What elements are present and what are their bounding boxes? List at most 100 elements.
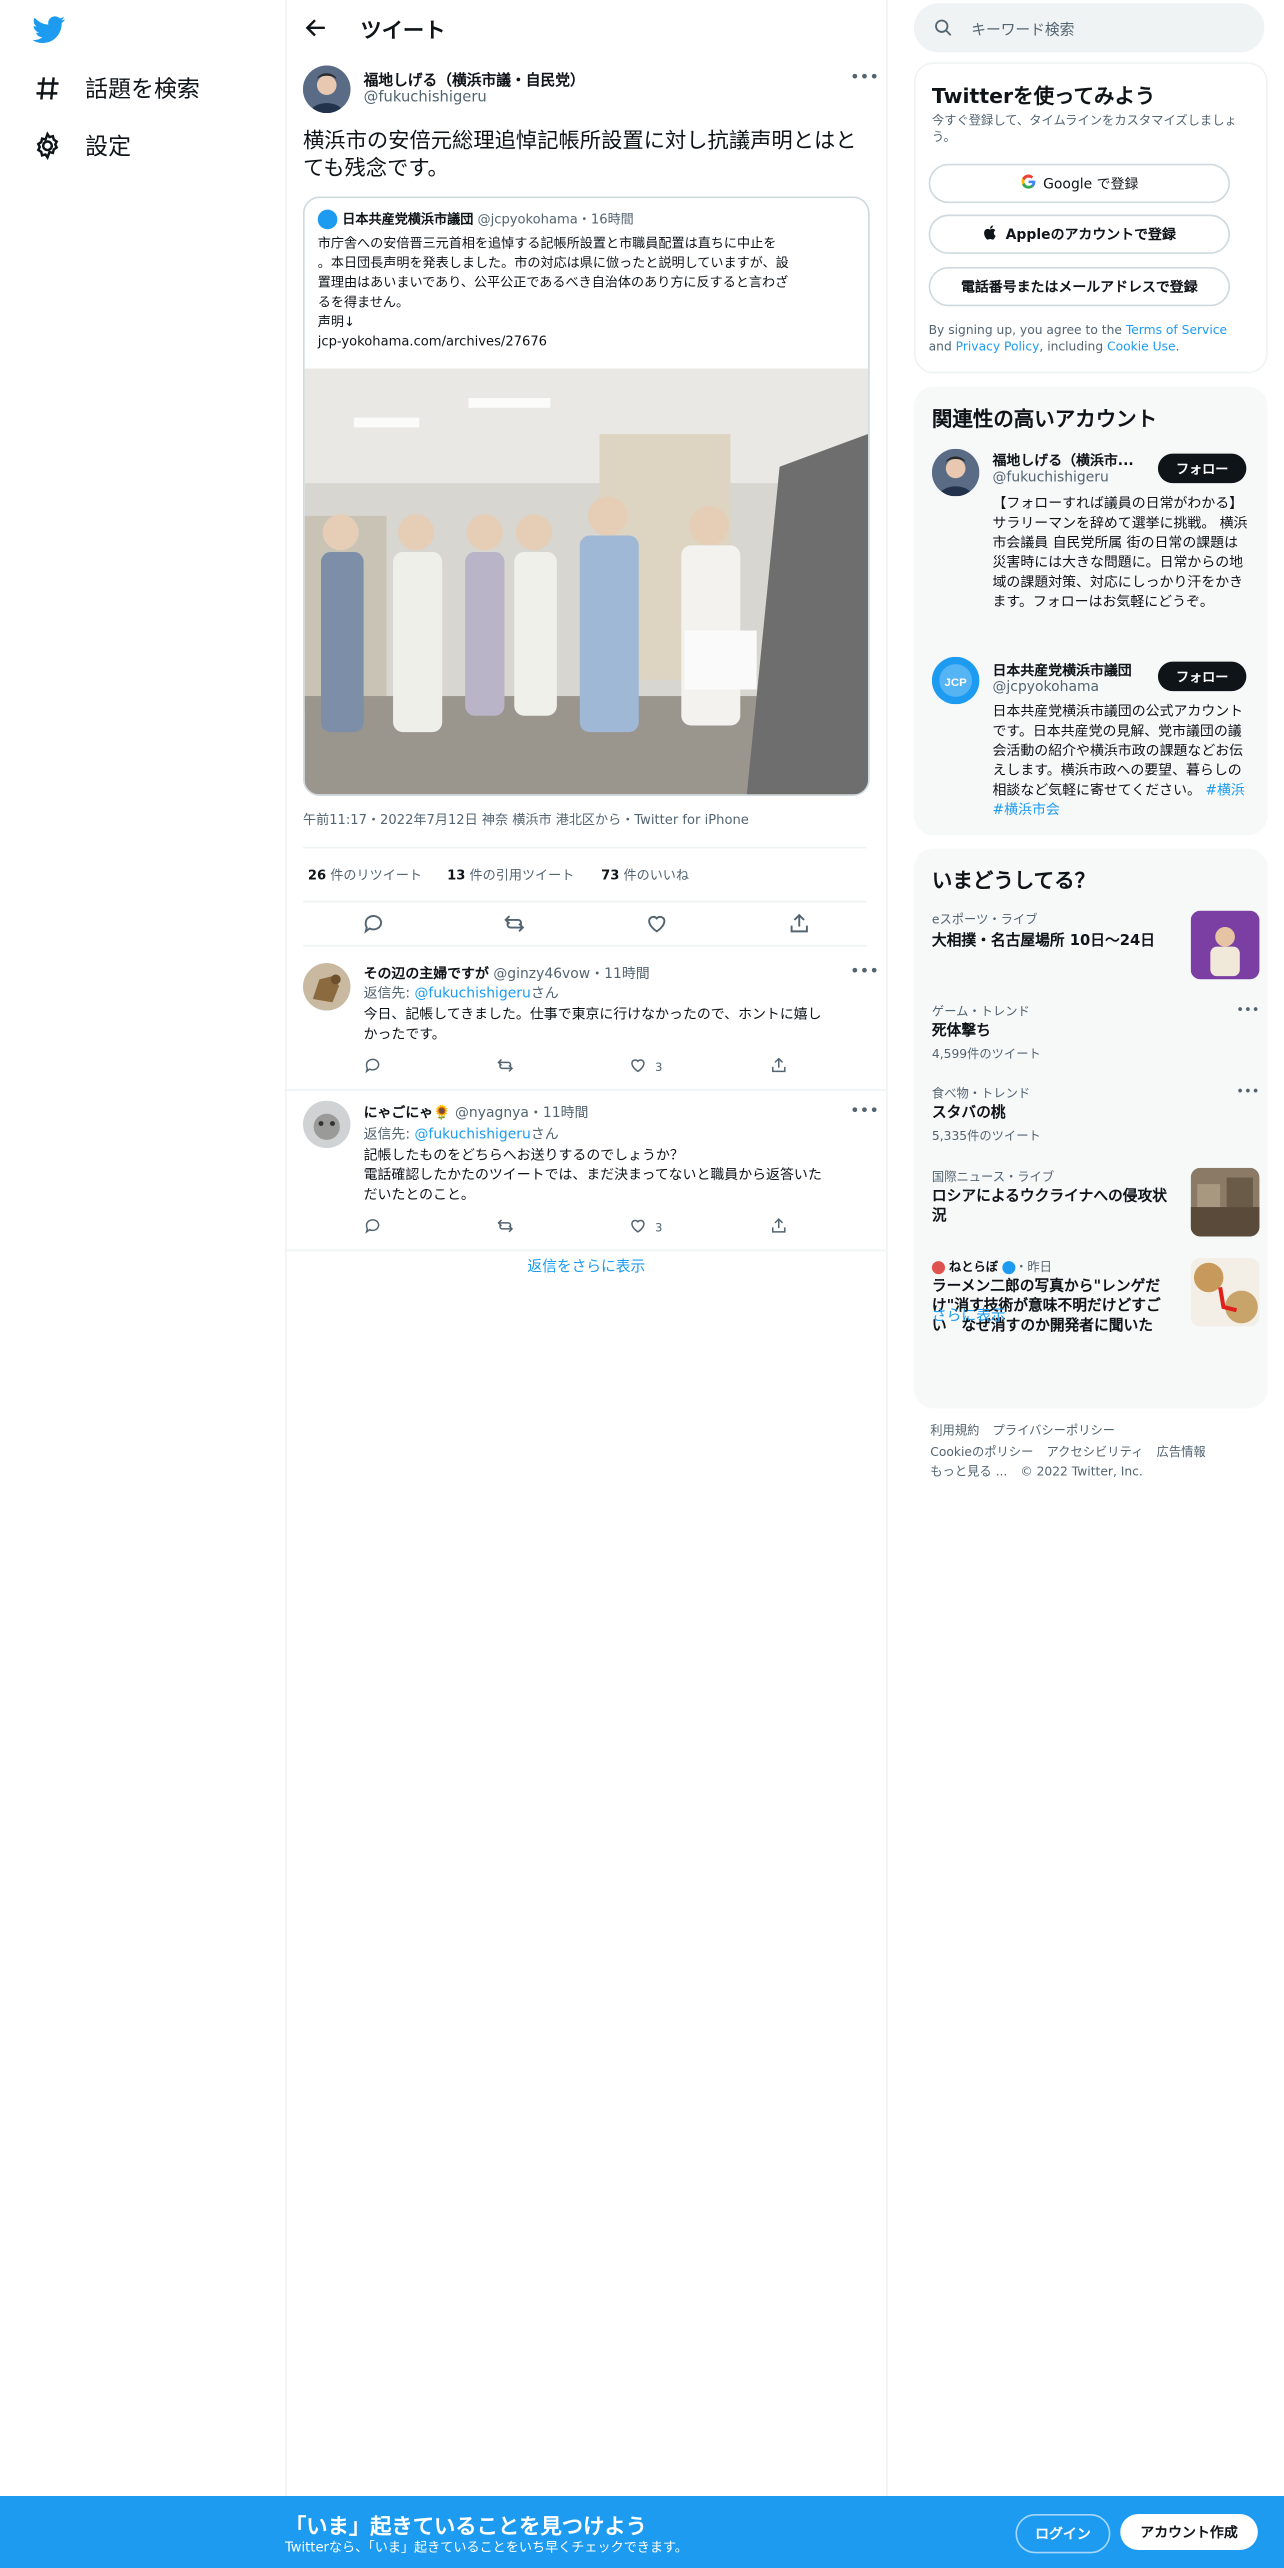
signup-panel-title: Twitterを使ってみよう — [931, 83, 1156, 109]
quotes-label: 件の引用ツイート — [469, 868, 575, 883]
reply-avatar[interactable] — [302, 1100, 351, 1149]
related-name[interactable]: 福地しげる（横浜市... — [993, 450, 1144, 470]
trend-item[interactable]: 国際ニュース・ライブ ロシアによるウクライナへの侵攻状況 — [931, 1167, 1260, 1240]
reply-text-line: 電話確認したかたのツイートでは、まだ決まってないと職員から返答いた — [363, 1167, 822, 1185]
reply-author-handle[interactable]: @ginzy46vow — [493, 966, 590, 982]
more-options-icon[interactable]: ••• — [850, 69, 879, 87]
quotes-stat[interactable]: 13 件の引用ツイート — [447, 866, 574, 884]
terms-link[interactable]: Terms of Service — [1126, 323, 1227, 338]
retweet-icon[interactable] — [496, 1217, 514, 1235]
reply-author-name[interactable]: その辺の主婦ですが — [364, 966, 489, 982]
google-signup-button[interactable]: Google で登録 — [928, 163, 1230, 204]
quoted-tweet[interactable]: 日本共産党横浜市議団 @jcpyokohama・16時間 市庁舎への安倍晋三元首… — [302, 196, 870, 796]
trend-title: 大相撲・名古屋場所 10日〜24日 — [931, 933, 1155, 950]
footer-link[interactable]: アクセシビリティ — [1047, 1442, 1144, 1462]
trend-count: 4,599件のツイート — [931, 1046, 1041, 1062]
retweet-icon[interactable] — [496, 1056, 514, 1074]
retweet-icon[interactable] — [503, 911, 526, 934]
gear-icon — [33, 131, 62, 161]
twitter-logo-icon[interactable] — [32, 13, 66, 46]
footer-link[interactable]: Cookieのポリシー — [930, 1442, 1033, 1462]
author-avatar[interactable] — [302, 65, 351, 114]
follow-button[interactable]: フォロー — [1157, 661, 1247, 692]
main-column: ツイート 福地しげる（横浜市議・自民党） @fukuchishigeru •••… — [284, 0, 888, 2568]
phone-email-signup-button[interactable]: 電話番号またはメールアドレスで登録 — [928, 266, 1230, 307]
reply-action-bar: 3 — [364, 1217, 839, 1237]
reply-time: ・11時間 — [528, 1105, 589, 1122]
quote-avatar — [317, 209, 338, 230]
show-more-replies-button[interactable]: 返信をさらに表示 — [287, 1255, 886, 1275]
retweets-stat[interactable]: 26 件のリツイート — [308, 866, 422, 884]
search-box[interactable]: キーワード検索 — [913, 3, 1265, 53]
quote-photo[interactable] — [304, 368, 869, 795]
reply-item[interactable]: その辺の主婦ですが @ginzy46vow・11時間 ••• 返信先: @fuk… — [286, 947, 887, 1091]
likes-stat[interactable]: 73 件のいいね — [601, 866, 689, 884]
reply-time: ・11時間 — [590, 966, 650, 983]
likes-count: 73 — [601, 868, 620, 883]
quote-text-line: 市庁舎への安倍晋三元首相を追悼する記帳所設置と市職員配置は直ちに中止を — [317, 235, 777, 251]
signup-legal-text: By signing up, you agree to the Terms of… — [929, 323, 1250, 356]
more-options-icon[interactable]: ••• — [850, 1102, 879, 1120]
nav-settings[interactable]: 設定 — [33, 129, 131, 162]
footer-link[interactable]: プライバシーポリシー — [993, 1422, 1116, 1442]
follow-button[interactable]: フォロー — [1157, 453, 1247, 484]
apple-signup-button[interactable]: Appleのアカウントで登録 — [928, 214, 1230, 254]
search-input[interactable]: キーワード検索 — [971, 18, 1074, 39]
like-button[interactable]: 3 — [629, 1056, 662, 1077]
trend-thumbnail — [1190, 1167, 1260, 1237]
privacy-link[interactable]: Privacy Policy — [956, 339, 1040, 354]
like-icon[interactable] — [645, 911, 668, 934]
related-avatar[interactable]: JCP — [931, 656, 980, 705]
signup-panel: Twitterを使ってみよう 今すぐ登録して、タイムラインをカスタマイズしましょ… — [913, 62, 1268, 374]
related-avatar[interactable] — [931, 448, 980, 497]
reply-icon[interactable] — [364, 1056, 382, 1074]
share-icon[interactable] — [788, 911, 811, 934]
trend-item[interactable]: 食べ物・トレンド スタバの桃 5,335件のツイート ••• — [932, 1084, 1260, 1150]
bottom-bar-title: 「いま」起きていることを見つけよう — [284, 2515, 647, 2541]
footer-link[interactable]: 利用規約 — [930, 1422, 979, 1442]
trend-thumbnail — [1190, 910, 1260, 980]
share-icon[interactable] — [770, 1056, 788, 1074]
more-options-icon[interactable]: ••• — [850, 963, 879, 981]
apple-icon — [983, 224, 999, 245]
trend-title: ロシアによるウクライナへの侵攻状況 — [931, 1189, 1168, 1226]
more-options-icon[interactable]: ••• — [1236, 1084, 1259, 1099]
related-bio: 【フォローすれば議員の日常がわかる】サラリーマンを辞めて選挙に挑戦。 横浜市会議… — [992, 496, 1248, 611]
reply-text: 記帳したものをどちらへお送りするのでしょうか？ 電話確認したかたのツイートでは、… — [364, 1146, 859, 1205]
hashtag-link[interactable]: #横浜 — [1205, 783, 1245, 799]
reply-to-handle[interactable]: @fukuchishigeru — [414, 1127, 530, 1143]
reply-item[interactable]: にゃごにゃ🌻 @nyagnya・11時間 ••• 返信先: @fukuchish… — [286, 1089, 887, 1252]
related-handle[interactable]: @jcpyokohama — [993, 680, 1100, 696]
page-title: ツイート — [360, 19, 446, 45]
reply-to-suffix: さん — [530, 985, 559, 1003]
apple-signup-label: Appleのアカウントで登録 — [1005, 227, 1176, 245]
reply-avatar[interactable] — [302, 963, 351, 1011]
login-button[interactable]: ログイン — [1015, 2514, 1111, 2554]
show-more-trends-link[interactable]: さらに表示 — [932, 1304, 1006, 1325]
cookie-link[interactable]: Cookie Use — [1107, 339, 1176, 354]
hashtag-link[interactable]: #横浜市会 — [993, 803, 1060, 819]
back-arrow-icon[interactable] — [303, 15, 329, 41]
author-name[interactable]: 福地しげる（横浜市議・自民党） — [364, 69, 585, 90]
nav-explore[interactable]: 話題を検索 — [33, 72, 200, 105]
create-account-button[interactable]: アカウント作成 — [1120, 2514, 1258, 2551]
trend-item[interactable]: eスポーツ・ライブ 大相撲・名古屋場所 10日〜24日 — [931, 910, 1260, 985]
trend-item[interactable]: ねとらぼ ・昨日 ラーメン二郎の写真から"レンゲだけ"消す技術が意味不明だけどす… — [931, 1257, 1260, 1343]
share-icon[interactable] — [770, 1217, 788, 1235]
more-options-icon[interactable]: ••• — [1236, 1002, 1259, 1017]
footer-more-link[interactable]: もっと見る ... — [930, 1463, 1007, 1483]
reply-author-handle[interactable]: @nyagnya — [455, 1106, 529, 1122]
trend-item[interactable]: ゲーム・トレンド 死体撃ち 4,599件のツイート ••• — [932, 1002, 1260, 1068]
related-name[interactable]: 日本共産党横浜市議団 — [993, 660, 1144, 679]
reply-icon[interactable] — [362, 911, 385, 934]
related-handle[interactable]: @fukuchishigeru — [993, 470, 1109, 486]
signup-panel-desc: 今すぐ登録して、タイムラインをカスタマイズしましょう。 — [931, 113, 1237, 145]
reply-author-name[interactable]: にゃごにゃ🌻 — [364, 1106, 451, 1122]
like-button[interactable]: 3 — [629, 1217, 662, 1238]
reply-text-line: かったです。 — [363, 1026, 446, 1044]
reply-icon[interactable] — [364, 1217, 382, 1235]
footer-link[interactable]: 広告情報 — [1157, 1442, 1206, 1462]
author-handle[interactable]: @fukuchishigeru — [364, 90, 487, 106]
reply-to-handle[interactable]: @fukuchishigeru — [414, 986, 530, 1002]
quote-link[interactable]: jcp-yokohama.com/archives/27676 — [318, 332, 858, 352]
